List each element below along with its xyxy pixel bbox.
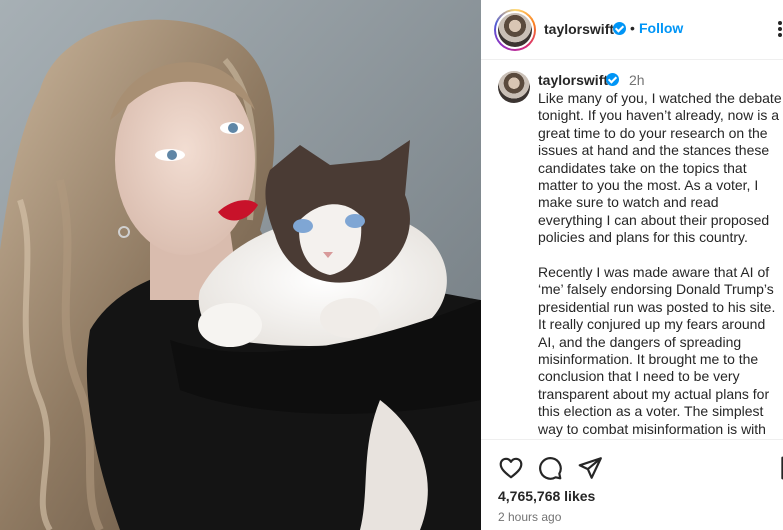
caption-paragraph: Like many of you, I watched the debate t… — [538, 90, 782, 246]
comment-icon[interactable] — [537, 455, 563, 481]
caption-text: Like many of you, I watched the debate t… — [538, 90, 783, 439]
share-icon[interactable] — [577, 455, 603, 481]
posted-time[interactable]: 2 hours ago — [498, 510, 561, 524]
heart-icon[interactable] — [498, 455, 524, 481]
header-username-link[interactable]: taylorswift — [544, 21, 614, 37]
likes-count[interactable]: 4,765,768 likes — [498, 488, 595, 504]
post-image — [0, 0, 481, 530]
bookmark-icon[interactable] — [777, 455, 783, 481]
avatar — [496, 11, 534, 49]
post-footer: 4,765,768 likes 2 hours ago — [481, 439, 783, 530]
caption-avatar[interactable] — [498, 71, 530, 103]
post-header: taylorswift • Follow — [481, 0, 783, 60]
caption-timestamp[interactable]: 2h — [629, 72, 645, 88]
profile-avatar-story-ring[interactable] — [494, 9, 536, 51]
follow-button[interactable]: Follow — [639, 20, 683, 36]
post-photo[interactable] — [0, 0, 481, 530]
caption-scroll-area[interactable]: taylorswift 2h Like many of you, I watch… — [481, 61, 783, 439]
post-details-panel: taylorswift • Follow taylorswift 2h Like… — [481, 0, 783, 530]
verified-badge-icon — [613, 22, 626, 35]
verified-badge-icon — [606, 73, 619, 86]
caption-username-link[interactable]: taylorswift — [538, 72, 608, 88]
more-icon[interactable] — [778, 20, 783, 38]
caption-paragraph: Recently I was made aware that AI of ‘me… — [538, 264, 776, 437]
separator-dot: • — [630, 20, 635, 36]
